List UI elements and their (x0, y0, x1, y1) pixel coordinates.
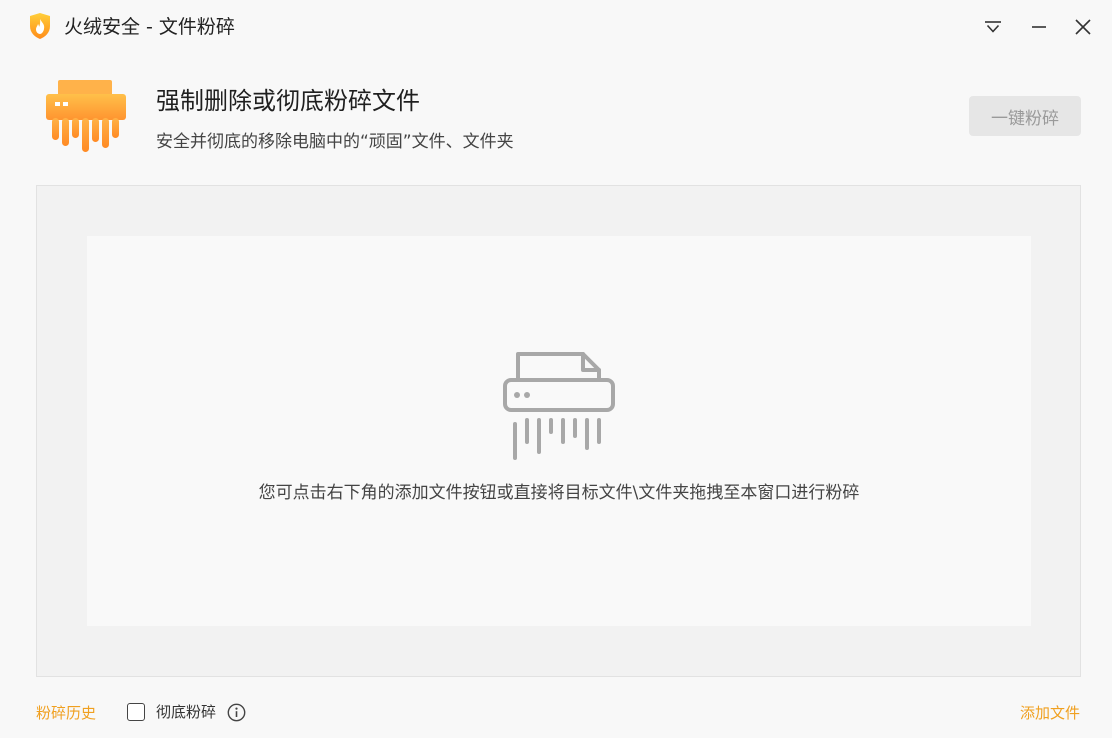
window-title: 火绒安全 - 文件粉碎 (64, 16, 235, 38)
huorong-logo-icon (30, 13, 50, 39)
menu-icon (985, 21, 1001, 33)
file-shredder-window: 火绒安全 - 文件粉碎 强制删除或彻底粉碎文件 安全并彻底的移除电脑中的“顽固”… (0, 0, 1112, 738)
close-button[interactable] (1069, 13, 1097, 41)
file-drop-zone[interactable]: 您可点击右下角的添加文件按钮或直接将目标文件\文件夹拖拽至本窗口进行粉碎 (36, 185, 1081, 677)
footer-bar: 粉碎历史 彻底粉碎 添加文件 (0, 696, 1112, 730)
thorough-shred-label: 彻底粉碎 (156, 703, 217, 721)
close-icon (1075, 19, 1091, 35)
shredder-outline-icon (503, 352, 615, 460)
shredder-icon (46, 80, 126, 152)
info-icon[interactable] (227, 703, 246, 722)
shred-history-link[interactable]: 粉碎历史 (36, 704, 96, 722)
menu-button[interactable] (979, 13, 1007, 41)
thorough-shred-checkbox[interactable]: 彻底粉碎 (127, 703, 216, 721)
add-file-link[interactable]: 添加文件 (1020, 704, 1080, 722)
page-subtitle: 安全并彻底的移除电脑中的“顽固”文件、文件夹 (156, 132, 514, 152)
page-title: 强制删除或彻底粉碎文件 (156, 87, 420, 115)
drop-hint-text: 您可点击右下角的添加文件按钮或直接将目标文件\文件夹拖拽至本窗口进行粉碎 (258, 483, 860, 503)
checkbox-box[interactable] (127, 703, 145, 721)
minimize-icon (1032, 26, 1046, 28)
shred-all-button[interactable]: 一键粉碎 (969, 96, 1081, 136)
file-drop-area[interactable]: 您可点击右下角的添加文件按钮或直接将目标文件\文件夹拖拽至本窗口进行粉碎 (87, 236, 1031, 626)
minimize-button[interactable] (1025, 13, 1053, 41)
title-bar: 火绒安全 - 文件粉碎 (0, 0, 1112, 54)
